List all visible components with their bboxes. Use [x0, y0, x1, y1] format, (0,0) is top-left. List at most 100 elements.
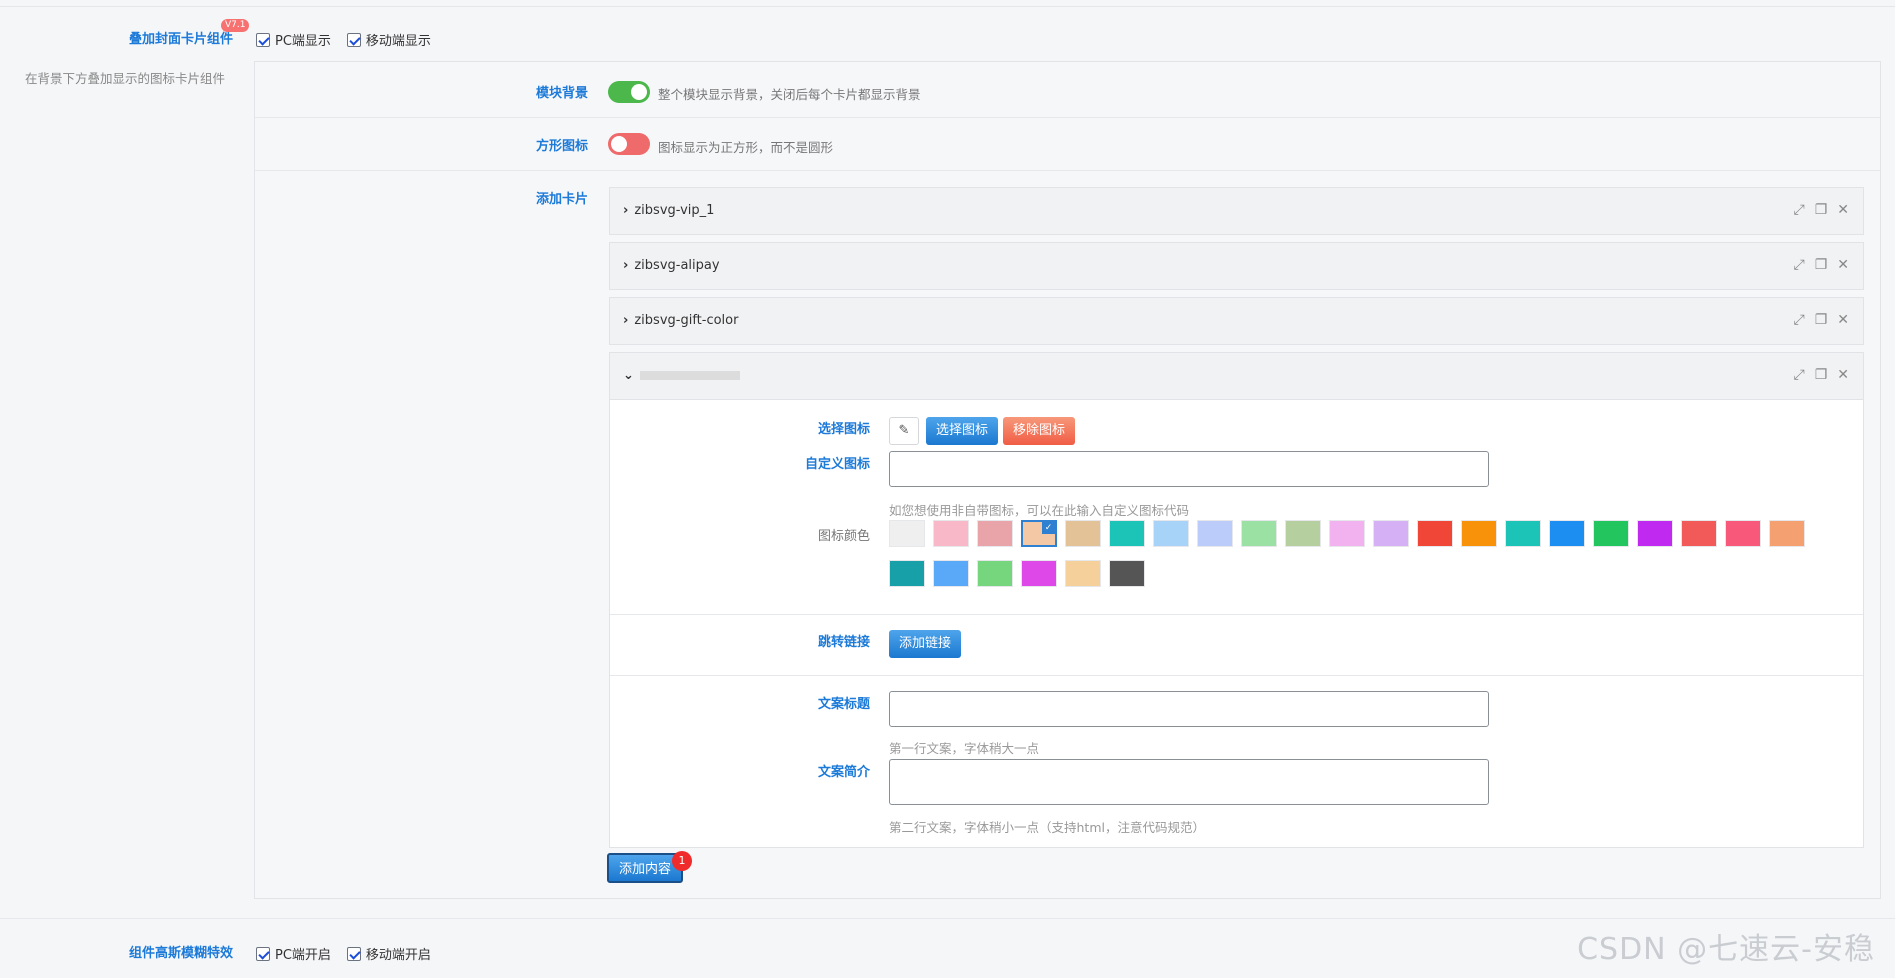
color-swatch[interactable] [1637, 520, 1673, 547]
card-actions: ⤢ ❐ ✕ [1794, 312, 1850, 328]
checkbox-checked-icon[interactable] [346, 946, 361, 961]
close-icon[interactable]: ✕ [1837, 202, 1849, 218]
pc-display-checkbox[interactable]: PC端显示 [256, 30, 331, 49]
color-swatch[interactable] [1065, 560, 1101, 587]
color-swatch[interactable] [1417, 520, 1453, 547]
remove-icon-button[interactable]: 移除图标 [1003, 417, 1075, 445]
checkbox-checked-icon[interactable] [256, 32, 270, 47]
square-icon-toggle[interactable] [608, 133, 650, 155]
close-icon[interactable]: ✕ [1837, 257, 1849, 273]
custom-icon-label: 自定义图标 [804, 457, 870, 472]
color-swatch[interactable] [1153, 520, 1189, 547]
color-swatch[interactable] [977, 560, 1013, 587]
magic-wand-icon[interactable]: ✎ [889, 417, 919, 445]
color-swatch[interactable] [1505, 520, 1541, 547]
color-swatch[interactable] [1285, 520, 1321, 547]
copy-desc-hint: 第二行文案，字体稍小一点（支持html，注意代码规范） [889, 820, 1205, 835]
color-swatch[interactable] [1109, 520, 1145, 547]
color-swatch[interactable] [1197, 520, 1233, 547]
color-swatch[interactable] [1109, 560, 1145, 587]
color-swatch[interactable] [1241, 520, 1277, 547]
card-title: ⌄ [623, 368, 740, 383]
select-icon-button[interactable]: 选择图标 [926, 417, 998, 445]
mobile-display-checkbox[interactable]: 移动端显示 [346, 30, 431, 49]
blur-options: PC端开启 移动端开启 [256, 944, 431, 963]
expand-icon[interactable]: ⤢ [1794, 367, 1805, 383]
module-bg-label: 模块背景 [535, 86, 588, 101]
card-accordion-item[interactable]: › zibsvg-gift-color ⤢ ❐ ✕ [609, 297, 1864, 345]
overlay-section-description: 在背景下方叠加显示的图标卡片组件 [25, 71, 226, 86]
row-divider [255, 117, 1880, 118]
mobile-display-label: 移动端显示 [365, 34, 431, 49]
close-icon[interactable]: ✕ [1837, 367, 1849, 383]
card-actions: ⤢ ❐ ✕ [1794, 257, 1850, 273]
copy-desc-input[interactable] [889, 759, 1489, 805]
color-swatch[interactable] [1593, 520, 1629, 547]
mobile-blur-checkbox[interactable]: 移动端开启 [346, 944, 431, 963]
color-swatch[interactable] [933, 520, 969, 547]
add-cards-label: 添加卡片 [535, 192, 588, 207]
copy-title-label: 文案标题 [817, 697, 870, 712]
version-badge: V7.1 [221, 19, 250, 32]
card-accordion-item-open[interactable]: ⌄ ⤢ ❐ ✕ [609, 352, 1864, 400]
top-divider [0, 6, 1895, 7]
square-icon-label: 方形图标 [535, 139, 588, 154]
copy-desc-label: 文案简介 [817, 765, 870, 780]
row-divider [610, 614, 1863, 615]
pc-blur-label: PC端开启 [275, 948, 331, 963]
color-swatch[interactable] [1065, 520, 1101, 547]
module-bg-toggle[interactable] [608, 81, 650, 103]
pc-display-label: PC端显示 [275, 34, 331, 49]
color-swatch[interactable] [1329, 520, 1365, 547]
section-divider [0, 918, 1895, 919]
copy-icon[interactable]: ❐ [1815, 312, 1828, 328]
color-swatch[interactable] [889, 560, 925, 587]
card-title-placeholder [639, 371, 740, 380]
color-swatch[interactable] [933, 560, 969, 587]
toggle-knob [611, 136, 627, 152]
checkbox-checked-icon[interactable] [256, 946, 270, 961]
chevron-down-icon: ⌄ [623, 368, 634, 383]
copy-title-hint: 第一行文案，字体稍大一点 [889, 741, 1040, 756]
color-swatch[interactable] [1373, 520, 1409, 547]
color-swatch[interactable] [977, 520, 1013, 547]
custom-icon-input[interactable] [889, 451, 1489, 487]
color-swatch[interactable] [1021, 560, 1057, 587]
expand-icon[interactable]: ⤢ [1794, 312, 1805, 328]
color-swatch[interactable] [1769, 520, 1805, 547]
pc-blur-checkbox[interactable]: PC端开启 [256, 944, 331, 963]
color-swatch[interactable] [1725, 520, 1761, 547]
square-icon-hint: 图标显示为正方形，而不是圆形 [658, 140, 834, 155]
toggle-knob [631, 84, 647, 100]
card-accordion-item[interactable]: › zibsvg-vip_1 ⤢ ❐ ✕ [609, 187, 1864, 235]
color-swatch[interactable]: ✓ [1021, 520, 1057, 547]
copy-icon[interactable]: ❐ [1815, 202, 1828, 218]
card-title-text: zibsvg-gift-color [634, 313, 739, 328]
color-swatch[interactable] [1681, 520, 1717, 547]
card-actions: ⤢ ❐ ✕ [1794, 202, 1850, 218]
color-swatch[interactable] [1549, 520, 1585, 547]
expand-icon[interactable]: ⤢ [1794, 257, 1805, 273]
link-label: 跳转链接 [817, 635, 870, 650]
color-swatch[interactable] [889, 520, 925, 547]
close-icon[interactable]: ✕ [1837, 312, 1849, 328]
card-title: › zibsvg-alipay [623, 258, 720, 273]
checkbox-checked-icon[interactable] [346, 32, 361, 47]
copy-icon[interactable]: ❐ [1815, 257, 1828, 273]
expand-icon[interactable]: ⤢ [1794, 202, 1805, 218]
overlay-section-title: 叠加封面卡片组件 [128, 32, 233, 47]
select-icon-label: 选择图标 [817, 422, 870, 437]
overlay-display-options: PC端显示 移动端显示 [256, 30, 431, 49]
color-swatch[interactable] [1461, 520, 1497, 547]
add-link-button[interactable]: 添加链接 [889, 630, 961, 658]
copy-icon[interactable]: ❐ [1815, 367, 1828, 383]
card-accordion-item[interactable]: › zibsvg-alipay ⤢ ❐ ✕ [609, 242, 1864, 290]
mobile-blur-label: 移动端开启 [365, 948, 431, 963]
card-actions: ⤢ ❐ ✕ [1794, 367, 1850, 383]
copy-title-input[interactable] [889, 691, 1489, 727]
blur-section-title: 组件高斯模糊特效 [128, 946, 233, 961]
row-divider [610, 675, 1863, 676]
chevron-right-icon: › [623, 203, 629, 218]
chevron-right-icon: › [623, 313, 629, 328]
icon-color-label: 图标颜色 [817, 529, 870, 544]
